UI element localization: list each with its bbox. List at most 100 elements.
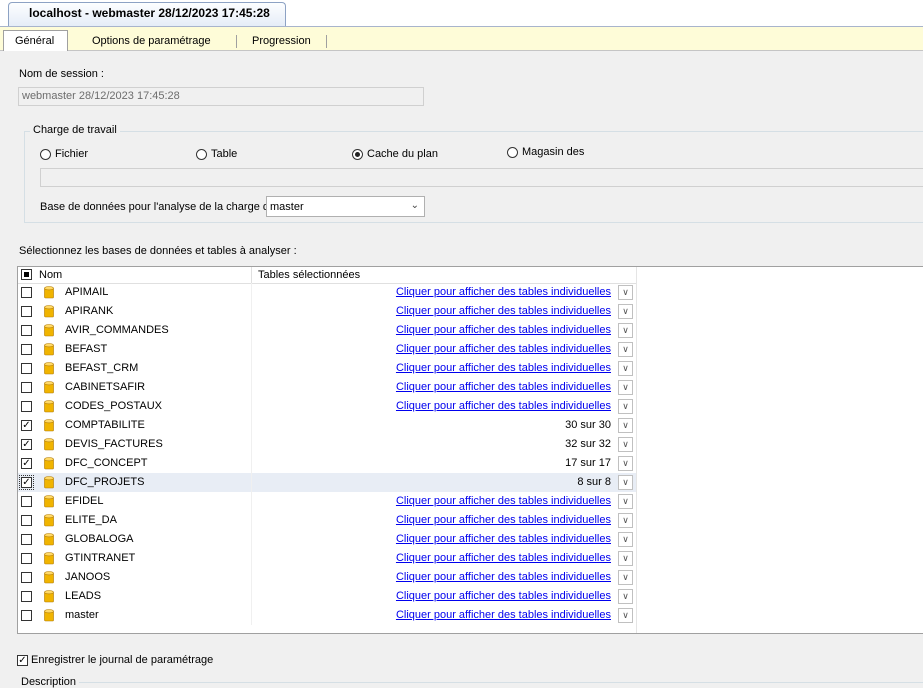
row-checkbox[interactable] — [21, 325, 32, 336]
column-divider — [251, 416, 252, 435]
table-row[interactable]: GTINTRANET Cliquer pour afficher des tabl… — [18, 549, 636, 568]
table-row[interactable]: ELITE_DA Cliquer pour afficher des tables… — [18, 511, 636, 530]
show-tables-link[interactable]: Cliquer pour afficher des tables individ… — [396, 514, 611, 526]
chevron-down-icon[interactable]: ∨ — [618, 475, 633, 490]
select-all-checkbox[interactable] — [21, 269, 32, 280]
journal-label: Enregistrer le journal de paramétrage — [31, 654, 214, 666]
chevron-down-icon[interactable]: ∨ — [618, 494, 633, 509]
tab-options[interactable]: Options de paramétrage — [92, 31, 211, 51]
radio-cache-du-plan[interactable]: Cache du plan — [352, 148, 438, 160]
document-tab[interactable]: localhost - webmaster 28/12/2023 17:45:2… — [8, 2, 286, 27]
row-checkbox[interactable] — [21, 496, 32, 507]
row-checkbox[interactable] — [21, 287, 32, 298]
row-checkbox[interactable] — [21, 591, 32, 602]
tab-separator — [236, 35, 237, 48]
chevron-down-icon[interactable]: ∨ — [618, 361, 633, 376]
column-divider — [251, 378, 252, 397]
row-checkbox[interactable] — [21, 553, 32, 564]
table-row[interactable]: APIMAIL Cliquer pour afficher des tables … — [18, 283, 636, 302]
table-row[interactable]: master Cliquer pour afficher des tables i… — [18, 606, 636, 625]
show-tables-link[interactable]: Cliquer pour afficher des tables individ… — [396, 609, 611, 621]
show-tables-link[interactable]: Cliquer pour afficher des tables individ… — [396, 286, 611, 298]
column-header-name[interactable]: Nom — [39, 269, 62, 281]
table-row[interactable]: ✓ DFC_CONCEPT 17 sur 17 ∨ — [18, 454, 636, 473]
workload-db-select[interactable]: master ⌄ — [266, 196, 425, 217]
table-row[interactable]: JANOOS Cliquer pour afficher des tables i… — [18, 568, 636, 587]
chevron-down-icon[interactable]: ∨ — [618, 551, 633, 566]
row-checkbox[interactable] — [21, 401, 32, 412]
database-icon — [44, 324, 54, 337]
show-tables-link[interactable]: Cliquer pour afficher des tables individ… — [396, 381, 611, 393]
table-row[interactable]: CODES_POSTAUX Cliquer pour afficher des t… — [18, 397, 636, 416]
chevron-down-icon[interactable]: ∨ — [618, 285, 633, 300]
database-icon — [44, 609, 54, 622]
radio-table[interactable]: Table — [196, 148, 237, 160]
show-tables-link[interactable]: Cliquer pour afficher des tables individ… — [396, 571, 611, 583]
table-row[interactable]: ✓ COMPTABILITE 30 sur 30 ∨ — [18, 416, 636, 435]
chevron-down-icon[interactable]: ∨ — [618, 456, 633, 471]
table-row[interactable]: CABINETSAFIR Cliquer pour afficher des ta… — [18, 378, 636, 397]
journal-option[interactable]: ✓ Enregistrer le journal de paramétrage — [17, 654, 213, 666]
show-tables-link[interactable]: Cliquer pour afficher des tables individ… — [396, 343, 611, 355]
chevron-down-icon[interactable]: ∨ — [618, 418, 633, 433]
table-row[interactable]: APIRANK Cliquer pour afficher des tables … — [18, 302, 636, 321]
chevron-down-icon[interactable]: ∨ — [618, 399, 633, 414]
row-checkbox[interactable]: ✓ — [21, 439, 32, 450]
row-checkbox[interactable] — [21, 306, 32, 317]
row-checkbox[interactable]: ✓ — [21, 458, 32, 469]
show-tables-link[interactable]: Cliquer pour afficher des tables individ… — [396, 552, 611, 564]
row-checkbox[interactable] — [21, 515, 32, 526]
table-row[interactable]: GLOBALOGA Cliquer pour afficher des table… — [18, 530, 636, 549]
chevron-down-icon[interactable]: ∨ — [618, 608, 633, 623]
databases-label: Sélectionnez les bases de données et tab… — [19, 245, 297, 257]
chevron-down-icon[interactable]: ∨ — [618, 570, 633, 585]
chevron-down-icon[interactable]: ∨ — [618, 513, 633, 528]
database-name: JANOOS — [65, 571, 111, 583]
show-tables-link[interactable]: Cliquer pour afficher des tables individ… — [396, 324, 611, 336]
chevron-down-icon[interactable]: ∨ — [618, 437, 633, 452]
database-icon — [44, 305, 54, 318]
table-row[interactable]: ✓ DFC_PROJETS 8 sur 8 ∨ — [18, 473, 636, 492]
table-row[interactable]: ✓ DEVIS_FACTURES 32 sur 32 ∨ — [18, 435, 636, 454]
radio-magasin[interactable]: Magasin des — [507, 146, 584, 158]
row-checkbox[interactable] — [21, 572, 32, 583]
row-checkbox[interactable] — [21, 382, 32, 393]
table-row[interactable]: AVIR_COMMANDES Cliquer pour afficher des … — [18, 321, 636, 340]
table-row[interactable]: EFIDEL Cliquer pour afficher des tables i… — [18, 492, 636, 511]
journal-checkbox[interactable]: ✓ — [17, 654, 28, 666]
column-divider — [251, 454, 252, 473]
show-tables-link[interactable]: Cliquer pour afficher des tables individ… — [396, 362, 611, 374]
database-icon — [44, 419, 54, 432]
show-tables-link[interactable]: Cliquer pour afficher des tables individ… — [396, 533, 611, 545]
table-row[interactable]: BEFAST_CRM Cliquer pour afficher des tabl… — [18, 359, 636, 378]
radio-circle-icon — [196, 148, 207, 160]
row-checkbox[interactable] — [21, 344, 32, 355]
grid-header: Nom Tables sélectionnées — [18, 267, 636, 284]
show-tables-link[interactable]: Cliquer pour afficher des tables individ… — [396, 400, 611, 412]
show-tables-link[interactable]: Cliquer pour afficher des tables individ… — [396, 495, 611, 507]
chevron-down-icon[interactable]: ∨ — [618, 532, 633, 547]
workload-path-field[interactable] — [40, 168, 923, 187]
tab-progression[interactable]: Progression — [252, 31, 311, 51]
row-checkbox[interactable] — [21, 363, 32, 374]
column-divider — [251, 606, 252, 625]
row-checkbox[interactable] — [21, 610, 32, 621]
chevron-down-icon[interactable]: ∨ — [618, 304, 633, 319]
chevron-down-icon[interactable]: ∨ — [618, 342, 633, 357]
column-divider — [251, 530, 252, 549]
column-divider — [251, 568, 252, 587]
show-tables-link[interactable]: Cliquer pour afficher des tables individ… — [396, 590, 611, 602]
chevron-down-icon[interactable]: ∨ — [618, 589, 633, 604]
column-header-tables[interactable]: Tables sélectionnées — [258, 269, 360, 281]
radio-fichier[interactable]: Fichier — [40, 148, 88, 160]
row-checkbox[interactable]: ✓ — [21, 420, 32, 431]
tab-general[interactable]: Général — [3, 30, 68, 52]
row-checkbox[interactable] — [21, 534, 32, 545]
show-tables-link[interactable]: Cliquer pour afficher des tables individ… — [396, 305, 611, 317]
column-divider — [251, 587, 252, 606]
table-row[interactable]: BEFAST Cliquer pour afficher des tables i… — [18, 340, 636, 359]
chevron-down-icon[interactable]: ∨ — [618, 323, 633, 338]
chevron-down-icon[interactable]: ∨ — [618, 380, 633, 395]
row-checkbox[interactable]: ✓ — [19, 475, 34, 490]
table-row[interactable]: LEADS Cliquer pour afficher des tables in… — [18, 587, 636, 606]
